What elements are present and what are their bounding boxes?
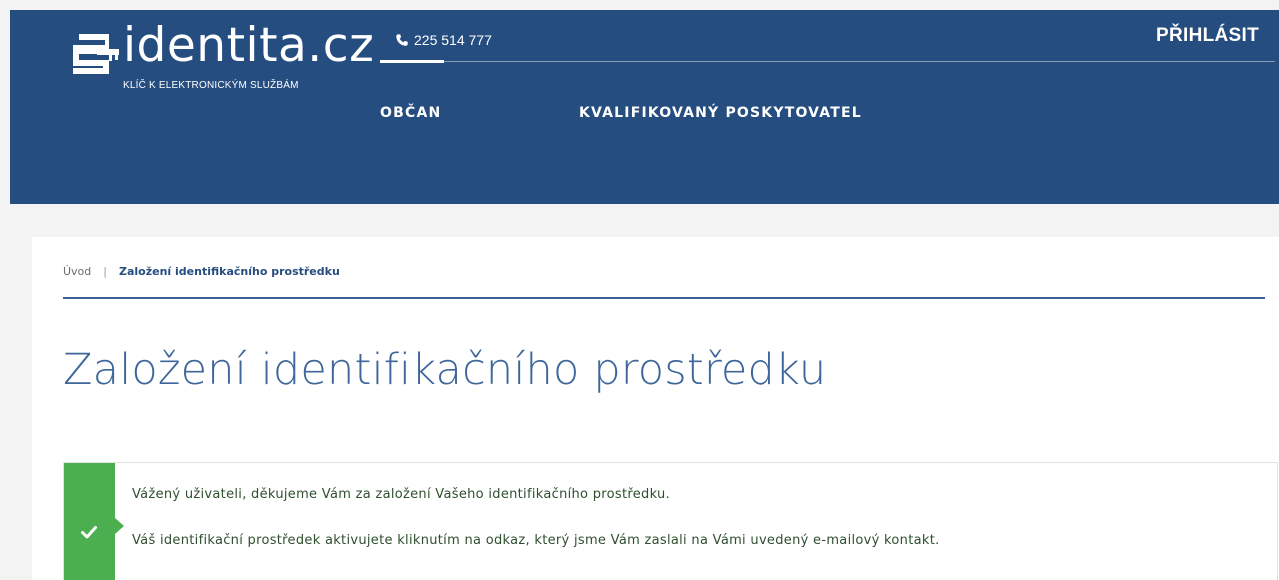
- breadcrumb: Úvod | Založení identifikačního prostřed…: [63, 265, 340, 278]
- breadcrumb-separator: |: [103, 265, 107, 278]
- site-logo[interactable]: identita.cz KLÍČ K ELEKTRONICKÝM SLUŽBÁM: [65, 18, 374, 104]
- content-card: Úvod | Založení identifikačního prostřed…: [32, 237, 1279, 580]
- login-link[interactable]: PŘIHLÁSIT: [1156, 25, 1259, 47]
- header-divider: [380, 61, 1275, 62]
- alert-notch: [115, 518, 124, 534]
- breadcrumb-divider: [63, 297, 1265, 299]
- breadcrumb-home[interactable]: Úvod: [63, 265, 91, 278]
- active-indicator: [380, 60, 444, 63]
- nav-item-kvalifikovany-poskytovatel[interactable]: KVALIFIKOVANÝ POSKYTOVATEL: [579, 105, 862, 121]
- site-header: identita.cz KLÍČ K ELEKTRONICKÝM SLUŽBÁM…: [10, 10, 1279, 204]
- phone-icon: [396, 34, 408, 46]
- breadcrumb-current: Založení identifikačního prostředku: [119, 265, 340, 278]
- success-alert: Vážený uživateli, děkujeme Vám za založe…: [63, 462, 1278, 580]
- e-key-logo-icon: [73, 34, 119, 74]
- alert-status-bar: [64, 463, 115, 580]
- check-icon: [81, 526, 97, 539]
- logo-tagline: KLÍČ K ELEKTRONICKÝM SLUŽBÁM: [123, 80, 299, 91]
- alert-message: Váš identifikační prostředek aktivujete …: [132, 533, 940, 548]
- nav-item-obcan[interactable]: OBČAN: [380, 105, 579, 121]
- page-title: Založení identifikačního prostředku: [63, 345, 827, 395]
- alert-message: Vážený uživateli, děkujeme Vám za založe…: [132, 487, 670, 502]
- logo-wordmark: identita.cz: [123, 18, 375, 73]
- phone-contact[interactable]: 225 514 777: [395, 32, 492, 48]
- main-nav: OBČAN KVALIFIKOVANÝ POSKYTOVATEL: [380, 105, 862, 121]
- phone-number: 225 514 777: [414, 32, 492, 48]
